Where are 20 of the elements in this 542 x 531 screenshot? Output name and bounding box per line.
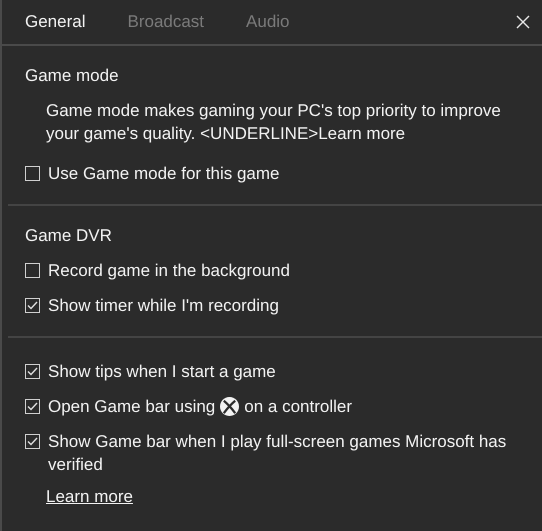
checkbox-label: Show timer while I'm recording bbox=[48, 295, 279, 317]
checkbox[interactable] bbox=[25, 399, 40, 414]
checkbox-label: on a controller bbox=[244, 396, 352, 418]
checkbox-label: Record game in the background bbox=[48, 260, 290, 282]
section-title: Game DVR bbox=[25, 225, 113, 247]
controller-button-icon bbox=[220, 397, 240, 416]
checkbox-label: Show tips when I start a game bbox=[48, 361, 276, 383]
checkbox[interactable] bbox=[25, 298, 40, 313]
description: Game mode makes gaming your PC's top priority to improve your game's quality. <UNDERLINE>Learn more bbox=[46, 100, 502, 145]
checkbox-label: Use Game mode for this game bbox=[48, 163, 280, 185]
section-title: Game mode bbox=[25, 65, 120, 87]
tab[interactable]: General bbox=[25, 12, 86, 32]
close-icon[interactable] bbox=[516, 15, 530, 29]
checkbox[interactable] bbox=[25, 263, 40, 278]
checkbox[interactable] bbox=[25, 166, 40, 181]
checkbox-label: Open Game bar using bbox=[48, 396, 216, 418]
checkbox[interactable] bbox=[25, 364, 40, 379]
learn-more-link[interactable]: Learn more bbox=[46, 485, 133, 508]
checkbox-label: Show Game bar when I play full-screen games Microsoft has verified bbox=[48, 431, 508, 476]
checkbox[interactable] bbox=[25, 434, 40, 449]
